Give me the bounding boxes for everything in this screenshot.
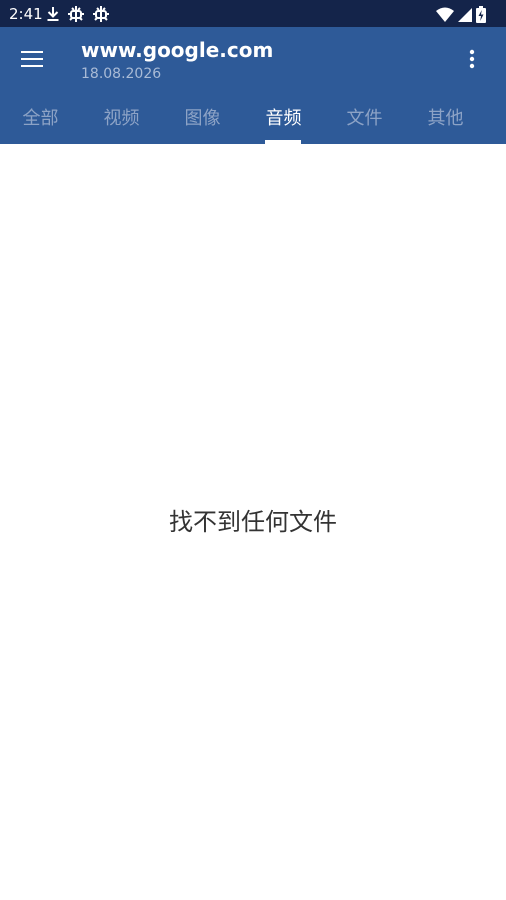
empty-state-message: 找不到任何文件 (169, 508, 337, 536)
page-title: www.google.com (81, 38, 274, 62)
system-icons (436, 4, 486, 24)
menu-button[interactable] (12, 41, 52, 77)
tab-all[interactable]: 全部 (0, 91, 81, 144)
battery-charging-icon (476, 5, 486, 23)
tab-audio[interactable]: 音频 (243, 91, 324, 144)
wifi-icon (436, 7, 454, 22)
download-icon (47, 7, 59, 21)
tab-images[interactable]: 图像 (162, 91, 243, 144)
status-bar: 2:41 (0, 0, 506, 27)
more-options-button[interactable] (454, 41, 490, 77)
app-bar: www.google.com 18.08.2026 全部 视频 图像 音频 文件… (0, 27, 506, 144)
bug-icon (93, 6, 109, 22)
notification-icons (46, 4, 110, 24)
status-time: 2:41 (9, 5, 43, 23)
bug-icon (68, 6, 84, 22)
category-tabs: 全部 视频 图像 音频 文件 其他 (0, 91, 506, 144)
file-list-area: 找不到任何文件 (0, 144, 506, 900)
tab-video[interactable]: 视频 (81, 91, 162, 144)
signal-icon (458, 7, 472, 22)
hamburger-menu-icon (21, 51, 43, 67)
tab-other[interactable]: 其他 (405, 91, 486, 144)
tab-files[interactable]: 文件 (324, 91, 405, 144)
more-vertical-icon (469, 49, 475, 69)
page-subtitle-date: 18.08.2026 (81, 66, 162, 82)
